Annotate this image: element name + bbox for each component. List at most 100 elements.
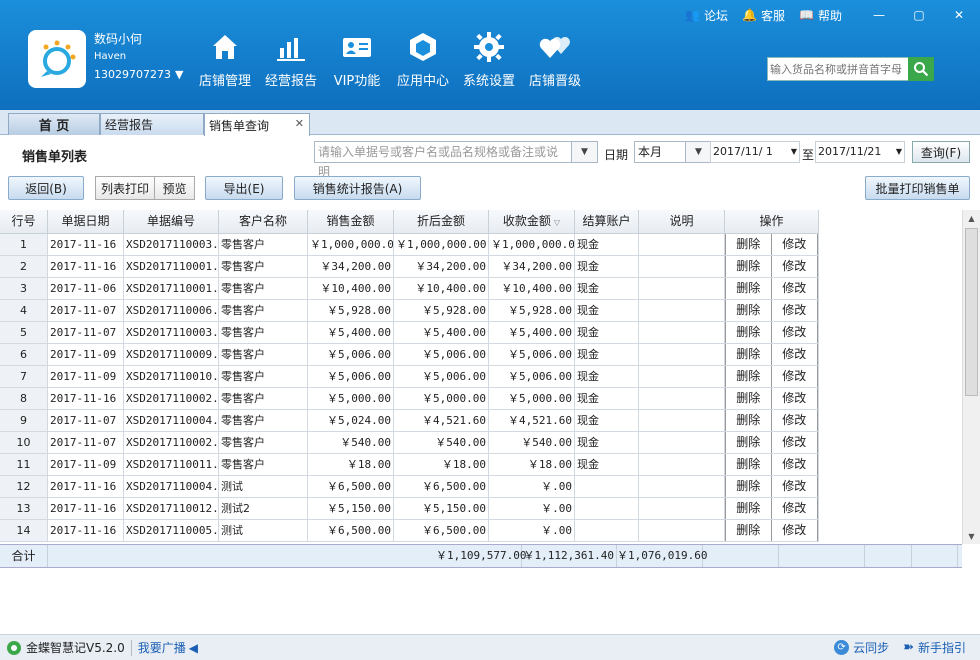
chevron-down-icon[interactable]: ▼ — [896, 142, 902, 162]
vertical-scrollbar[interactable]: ▲ ▼ — [962, 210, 980, 544]
edit-button[interactable]: 修改 — [771, 520, 818, 541]
edit-button[interactable]: 修改 — [771, 410, 818, 431]
start-date-picker[interactable]: 2017/11/ 1 ▼ — [710, 141, 800, 163]
delete-button[interactable]: 删除 — [725, 454, 772, 475]
nav-business-report[interactable]: 经营报告 — [258, 30, 324, 89]
tab-home[interactable]: 首 页 — [8, 113, 100, 135]
edit-button[interactable]: 修改 — [771, 432, 818, 453]
order-search-input[interactable]: 请输入单据号或客户名或品名规格或备注或说明 — [314, 141, 572, 179]
chevron-down-icon[interactable]: ▼ — [175, 68, 183, 81]
period-select[interactable]: 本月 — [634, 141, 686, 163]
table-row[interactable]: 4 2017-11-07 XSD2017110006.G 零售客户 ￥5,928.00 ￥… — [0, 300, 819, 322]
delete-button[interactable]: 删除 — [725, 322, 772, 343]
nav-store-management[interactable]: 店铺管理 — [192, 30, 258, 89]
back-button[interactable]: 返回(B) — [8, 176, 84, 200]
col-header-received-amount[interactable]: 收款金额 ▽ — [489, 210, 575, 234]
goods-search-input[interactable] — [767, 57, 908, 81]
table-row[interactable]: 10 2017-11-07 XSD2017110002.K 零售客户 ￥540.00 ￥5… — [0, 432, 819, 454]
nav-vip[interactable]: VIP功能 — [324, 30, 390, 89]
list-print-button[interactable]: 列表打印 — [95, 176, 155, 200]
table-row[interactable]: 3 2017-11-06 XSD2017110001.K 零售客户 ￥10,400.00… — [0, 278, 819, 300]
table-row[interactable]: 5 2017-11-07 XSD2017110003.K 零售客户 ￥5,400.00 ￥… — [0, 322, 819, 344]
delete-button[interactable]: 删除 — [725, 388, 772, 409]
col-header-account[interactable]: 结算账户 — [575, 210, 639, 234]
cell-received-amount: ￥4,521.60 — [489, 410, 575, 432]
edit-button[interactable]: 修改 — [771, 234, 818, 255]
close-window-button[interactable]: ✕ — [946, 6, 972, 24]
table-row[interactable]: 12 2017-11-16 XSD2017110004.N 测试 ￥6,500.00 ￥6… — [0, 476, 819, 498]
edit-button[interactable]: 修改 — [771, 366, 818, 387]
service-link[interactable]: 🔔 客服 — [742, 7, 785, 24]
table-row[interactable]: 1 2017-11-16 XSD2017110003.N 零售客户 ￥1,000,000… — [0, 234, 819, 256]
col-header-number[interactable]: 单据编号 — [124, 210, 219, 234]
query-button[interactable]: 查询(F) — [912, 141, 970, 163]
table-row[interactable]: 9 2017-11-07 XSD2017110004.K 零售客户 ￥5,024.00 ￥… — [0, 410, 819, 432]
col-header-note[interactable]: 说明 — [639, 210, 725, 234]
batch-print-button[interactable]: 批量打印销售单 — [865, 176, 970, 200]
delete-button[interactable]: 删除 — [725, 520, 772, 541]
sales-stats-report-button[interactable]: 销售统计报告(A) — [294, 176, 421, 200]
minimize-button[interactable]: — — [866, 6, 892, 24]
table-row[interactable]: 14 2017-11-16 XSD2017110005.N 测试 ￥6,500.00 ￥6… — [0, 520, 819, 542]
nav-store-upgrade[interactable]: 店铺晋级 — [522, 30, 588, 89]
delete-button[interactable]: 删除 — [725, 344, 772, 365]
cell-sales-amount: ￥18.00 — [308, 454, 394, 476]
table-row[interactable]: 2 2017-11-16 XSD2017110001.N 零售客户 ￥34,200.00… — [0, 256, 819, 278]
table-row[interactable]: 13 2017-11-16 XSD2017110012.G 测试2 ￥5,150.00 ￥… — [0, 498, 819, 520]
col-header-discount-amount[interactable]: 折后金额 — [394, 210, 489, 234]
col-header-no[interactable]: 行号 — [0, 210, 48, 234]
tab-business-report[interactable]: 经营报告 — [100, 113, 204, 135]
broadcast-link[interactable]: 我要广播 ◀ — [138, 639, 198, 656]
delete-button[interactable]: 删除 — [725, 278, 772, 299]
edit-button[interactable]: 修改 — [771, 388, 818, 409]
col-header-sales-amount[interactable]: 销售金额 — [308, 210, 394, 234]
delete-button[interactable]: 删除 — [725, 234, 772, 255]
edit-button[interactable]: 修改 — [771, 498, 818, 519]
end-date-picker[interactable]: 2017/11/21 ▼ — [815, 141, 905, 163]
col-header-customer[interactable]: 客户名称 — [219, 210, 308, 234]
tab-sales-query[interactable]: 销售单查询 ✕ — [204, 113, 310, 136]
nav-system-settings[interactable]: 系统设置 — [456, 30, 522, 89]
delete-button[interactable]: 删除 — [725, 432, 772, 453]
edit-button[interactable]: 修改 — [771, 256, 818, 277]
delete-button[interactable]: 删除 — [725, 410, 772, 431]
edit-button[interactable]: 修改 — [771, 454, 818, 475]
delete-button[interactable]: 删除 — [725, 256, 772, 277]
order-search-dropdown[interactable]: ▼ — [572, 141, 598, 163]
col-header-date[interactable]: 单据日期 — [48, 210, 124, 234]
edit-button[interactable]: 修改 — [771, 300, 818, 321]
forum-link[interactable]: 👥 论坛 — [685, 7, 728, 24]
preview-button[interactable]: 预览 — [154, 176, 195, 200]
table-row[interactable]: 6 2017-11-09 XSD2017110009.K 零售客户 ￥5,006.00 ￥… — [0, 344, 819, 366]
help-link[interactable]: 📖 帮助 — [799, 7, 842, 24]
edit-button[interactable]: 修改 — [771, 344, 818, 365]
export-button[interactable]: 导出(E) — [205, 176, 283, 200]
cell-date: 2017-11-07 — [48, 432, 124, 454]
chevron-down-icon[interactable]: ▼ — [791, 142, 797, 162]
close-icon[interactable]: ✕ — [295, 117, 304, 130]
delete-button[interactable]: 删除 — [725, 498, 772, 519]
table-row[interactable]: 11 2017-11-09 XSD2017110011.K 零售客户 ￥18.00 ￥18… — [0, 454, 819, 476]
table-row[interactable]: 7 2017-11-09 XSD2017110010.K 零售客户 ￥5,006.00 ￥… — [0, 366, 819, 388]
beginner-guide-button[interactable]: ➽ 新手指引 — [903, 639, 966, 656]
edit-button[interactable]: 修改 — [771, 278, 818, 299]
delete-button[interactable]: 删除 — [725, 366, 772, 387]
edit-button[interactable]: 修改 — [771, 476, 818, 497]
search-button[interactable] — [908, 57, 934, 81]
delete-button[interactable]: 删除 — [725, 476, 772, 497]
maximize-button[interactable]: ▢ — [906, 6, 932, 24]
scroll-down-icon[interactable]: ▼ — [963, 528, 980, 544]
scroll-up-icon[interactable]: ▲ — [963, 210, 980, 226]
col-header-actions[interactable]: 操作 — [725, 210, 819, 234]
table-row[interactable]: 8 2017-11-16 XSD2017110002.N 零售客户 ￥5,000.00 ￥… — [0, 388, 819, 410]
scroll-thumb[interactable] — [965, 228, 978, 396]
cell-order-number: XSD2017110011.K — [124, 454, 219, 476]
app-header: 👥 论坛 🔔 客服 📖 帮助 — ▢ ✕ 数码小何 Haven 13029707… — [0, 0, 980, 110]
cloud-sync-button[interactable]: ⟳ 云同步 — [834, 639, 889, 656]
edit-button[interactable]: 修改 — [771, 322, 818, 343]
period-dropdown[interactable]: ▼ — [686, 141, 712, 163]
delete-button[interactable]: 删除 — [725, 300, 772, 321]
nav-app-center[interactable]: 应用中心 — [390, 30, 456, 89]
user-info[interactable]: 数码小何 Haven 13029707273 ▼ — [94, 30, 183, 81]
cell-actions: 删除 修改 — [725, 432, 819, 454]
